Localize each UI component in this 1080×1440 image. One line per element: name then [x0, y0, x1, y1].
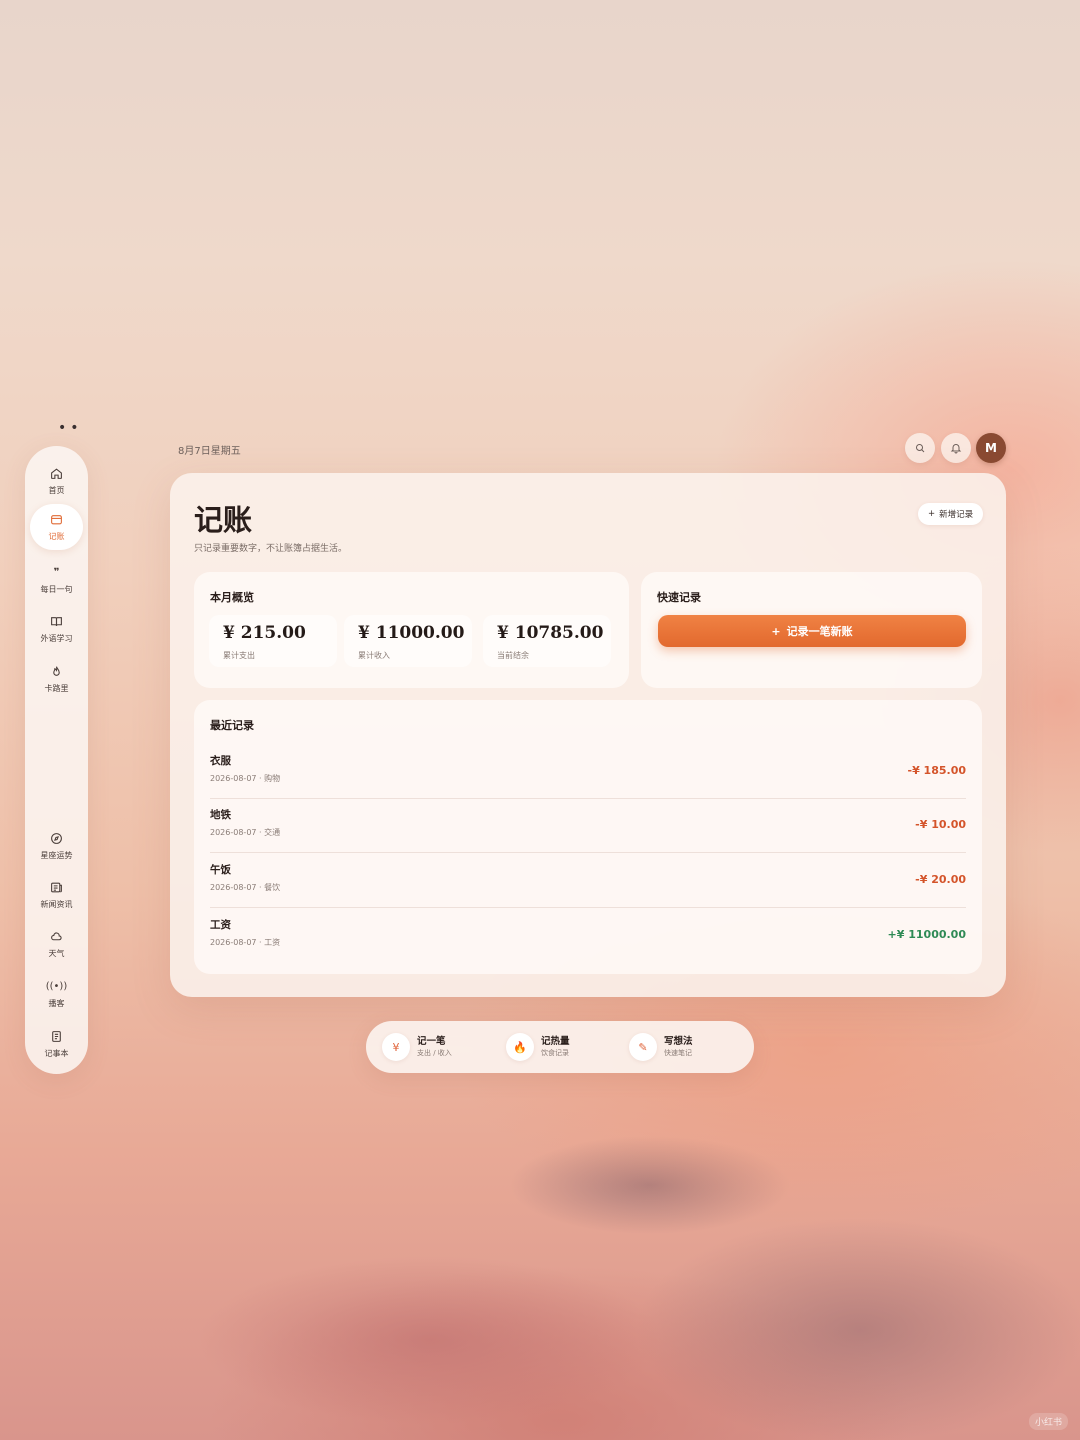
stat-label: 累计收入	[358, 651, 390, 660]
quick-item-title: 写想法	[664, 1036, 693, 1047]
notebook-icon	[50, 1030, 63, 1045]
stat-balance: ¥ 10785.00 当前结余	[483, 615, 611, 667]
add-record-button[interactable]: + 新增记录	[918, 503, 984, 525]
quick-add-expense[interactable]: ¥ 记一笔 支出 / 收入	[382, 1031, 452, 1063]
sidebar-item-label: 新闻资讯	[40, 899, 73, 909]
recent-records-card: 最近记录 衣服 2026-08-07 · 购物 -¥ 185.00 地铁 202…	[194, 700, 982, 974]
sidebar-item-label: 首页	[48, 485, 65, 495]
quick-add-calories[interactable]: 🔥 记热量 饮食记录	[506, 1031, 570, 1063]
sidebar-item-language[interactable]: 外语学习	[30, 606, 83, 652]
flame-icon	[50, 665, 63, 680]
new-record-label: 记录一笔新账	[786, 625, 853, 638]
plus-icon: +	[928, 509, 936, 519]
notification-button[interactable]	[941, 433, 971, 463]
sidebar-item-news[interactable]: 新闻资讯	[30, 872, 83, 918]
sidebar-item-home[interactable]: 首页	[30, 458, 83, 504]
quick-item-sub: 饮食记录	[541, 1049, 569, 1057]
record-title: 午饭	[210, 864, 231, 876]
record-amount: -¥ 20.00	[915, 873, 966, 886]
sidebar-item-label: 卡路里	[44, 683, 69, 693]
record-row[interactable]: 地铁 2026-08-07 · 交通 -¥ 10.00	[210, 799, 966, 853]
sidebar-item-label: 天气	[48, 948, 65, 958]
quick-item-title: 记一笔	[417, 1036, 446, 1047]
stat-label: 当前结余	[497, 651, 529, 660]
date-label: 8月7日星期五	[178, 446, 241, 457]
compass-icon	[50, 832, 63, 847]
quote-icon: ❞	[53, 566, 60, 578]
record-row[interactable]: 衣服 2026-08-07 · 购物 -¥ 185.00	[210, 745, 966, 799]
sidebar: 首页 记账 ❞ 每日一句 外语学习 卡路里 星座运势 新闻资讯 天气 ((•))…	[25, 446, 88, 1074]
record-meta: 2026-08-07 · 购物	[210, 774, 281, 783]
sidebar-item-horoscope[interactable]: 星座运势	[30, 823, 83, 869]
add-record-label: 新增记录	[939, 510, 974, 520]
book-icon	[50, 615, 63, 630]
quick-item-sub: 支出 / 收入	[417, 1049, 452, 1057]
record-meta: 2026-08-07 · 工资	[210, 938, 281, 947]
quick-item-sub: 快速笔记	[664, 1049, 692, 1057]
flame-icon: 🔥	[506, 1033, 534, 1061]
sidebar-item-label: 外语学习	[40, 633, 73, 643]
main-panel: 记账 只记录重要数字，不让账簿占据生活。 + 新增记录 本月概览 ¥ 215.0…	[170, 473, 1006, 997]
watermark: 小红书	[1028, 1413, 1068, 1430]
record-row[interactable]: 工资 2026-08-07 · 工资 +¥ 11000.00	[210, 909, 966, 963]
sidebar-item-label: 播客	[48, 998, 65, 1008]
record-amount: -¥ 185.00	[907, 764, 967, 777]
window-dots: ••	[58, 420, 83, 436]
sidebar-item-label: 星座运势	[40, 850, 73, 860]
record-meta: 2026-08-07 · 交通	[210, 828, 281, 837]
page-subtitle: 只记录重要数字，不让账簿占据生活。	[194, 544, 348, 554]
quick-add-note[interactable]: ✎ 写想法 快速笔记	[629, 1031, 693, 1063]
newspaper-icon	[50, 881, 63, 896]
wallet-icon	[50, 513, 63, 528]
quick-record-title: 快速记录	[657, 591, 701, 604]
home-icon	[50, 467, 63, 482]
overview-card: 本月概览 ¥ 215.00 累计支出 ¥ 11000.00 累计收入 ¥ 107…	[194, 572, 629, 688]
broadcast-icon: ((•))	[45, 980, 68, 992]
page-title: 记账	[194, 503, 253, 537]
cloud-icon	[50, 930, 63, 945]
record-amount: +¥ 11000.00	[887, 928, 966, 941]
stat-expense: ¥ 215.00 累计支出	[209, 615, 337, 667]
record-title: 地铁	[210, 809, 231, 821]
sidebar-item-accounting[interactable]: 记账	[30, 504, 83, 550]
stat-value: ¥ 215.00	[223, 623, 306, 643]
bell-icon	[950, 439, 962, 458]
stat-value: ¥ 11000.00	[358, 623, 465, 643]
search-icon	[914, 439, 926, 458]
pen-icon: ✎	[629, 1033, 657, 1061]
recent-records-title: 最近记录	[210, 719, 254, 732]
quick-record-card: 快速记录 + 记录一笔新账	[641, 572, 982, 688]
sidebar-item-podcast[interactable]: ((•)) 播客	[30, 971, 83, 1017]
sidebar-item-label: 记账	[48, 531, 65, 541]
yen-icon: ¥	[382, 1033, 410, 1061]
stat-label: 累计支出	[223, 651, 255, 660]
search-button[interactable]	[905, 433, 935, 463]
sidebar-item-weather[interactable]: 天气	[30, 921, 83, 967]
record-row[interactable]: 午饭 2026-08-07 · 餐饮 -¥ 20.00	[210, 854, 966, 908]
new-record-button[interactable]: + 记录一笔新账	[658, 615, 966, 647]
sidebar-item-daily-quote[interactable]: ❞ 每日一句	[30, 557, 83, 603]
plus-icon: +	[771, 624, 781, 638]
sidebar-item-notebook[interactable]: 记事本	[30, 1021, 83, 1067]
stat-value: ¥ 10785.00	[497, 623, 604, 643]
avatar[interactable]: M	[976, 433, 1006, 463]
record-meta: 2026-08-07 · 餐饮	[210, 883, 281, 892]
overview-title: 本月概览	[210, 591, 254, 604]
record-amount: -¥ 10.00	[915, 818, 966, 831]
quick-action-bar: ¥ 记一笔 支出 / 收入 🔥 记热量 饮食记录 ✎ 写想法 快速笔记	[366, 1021, 754, 1073]
record-title: 工资	[210, 919, 231, 931]
stat-income: ¥ 11000.00 累计收入	[344, 615, 472, 667]
sidebar-item-label: 记事本	[44, 1048, 69, 1058]
sidebar-item-label: 每日一句	[40, 584, 73, 594]
quick-item-title: 记热量	[541, 1036, 570, 1047]
record-title: 衣服	[210, 755, 231, 767]
sidebar-item-calories[interactable]: 卡路里	[30, 656, 83, 702]
